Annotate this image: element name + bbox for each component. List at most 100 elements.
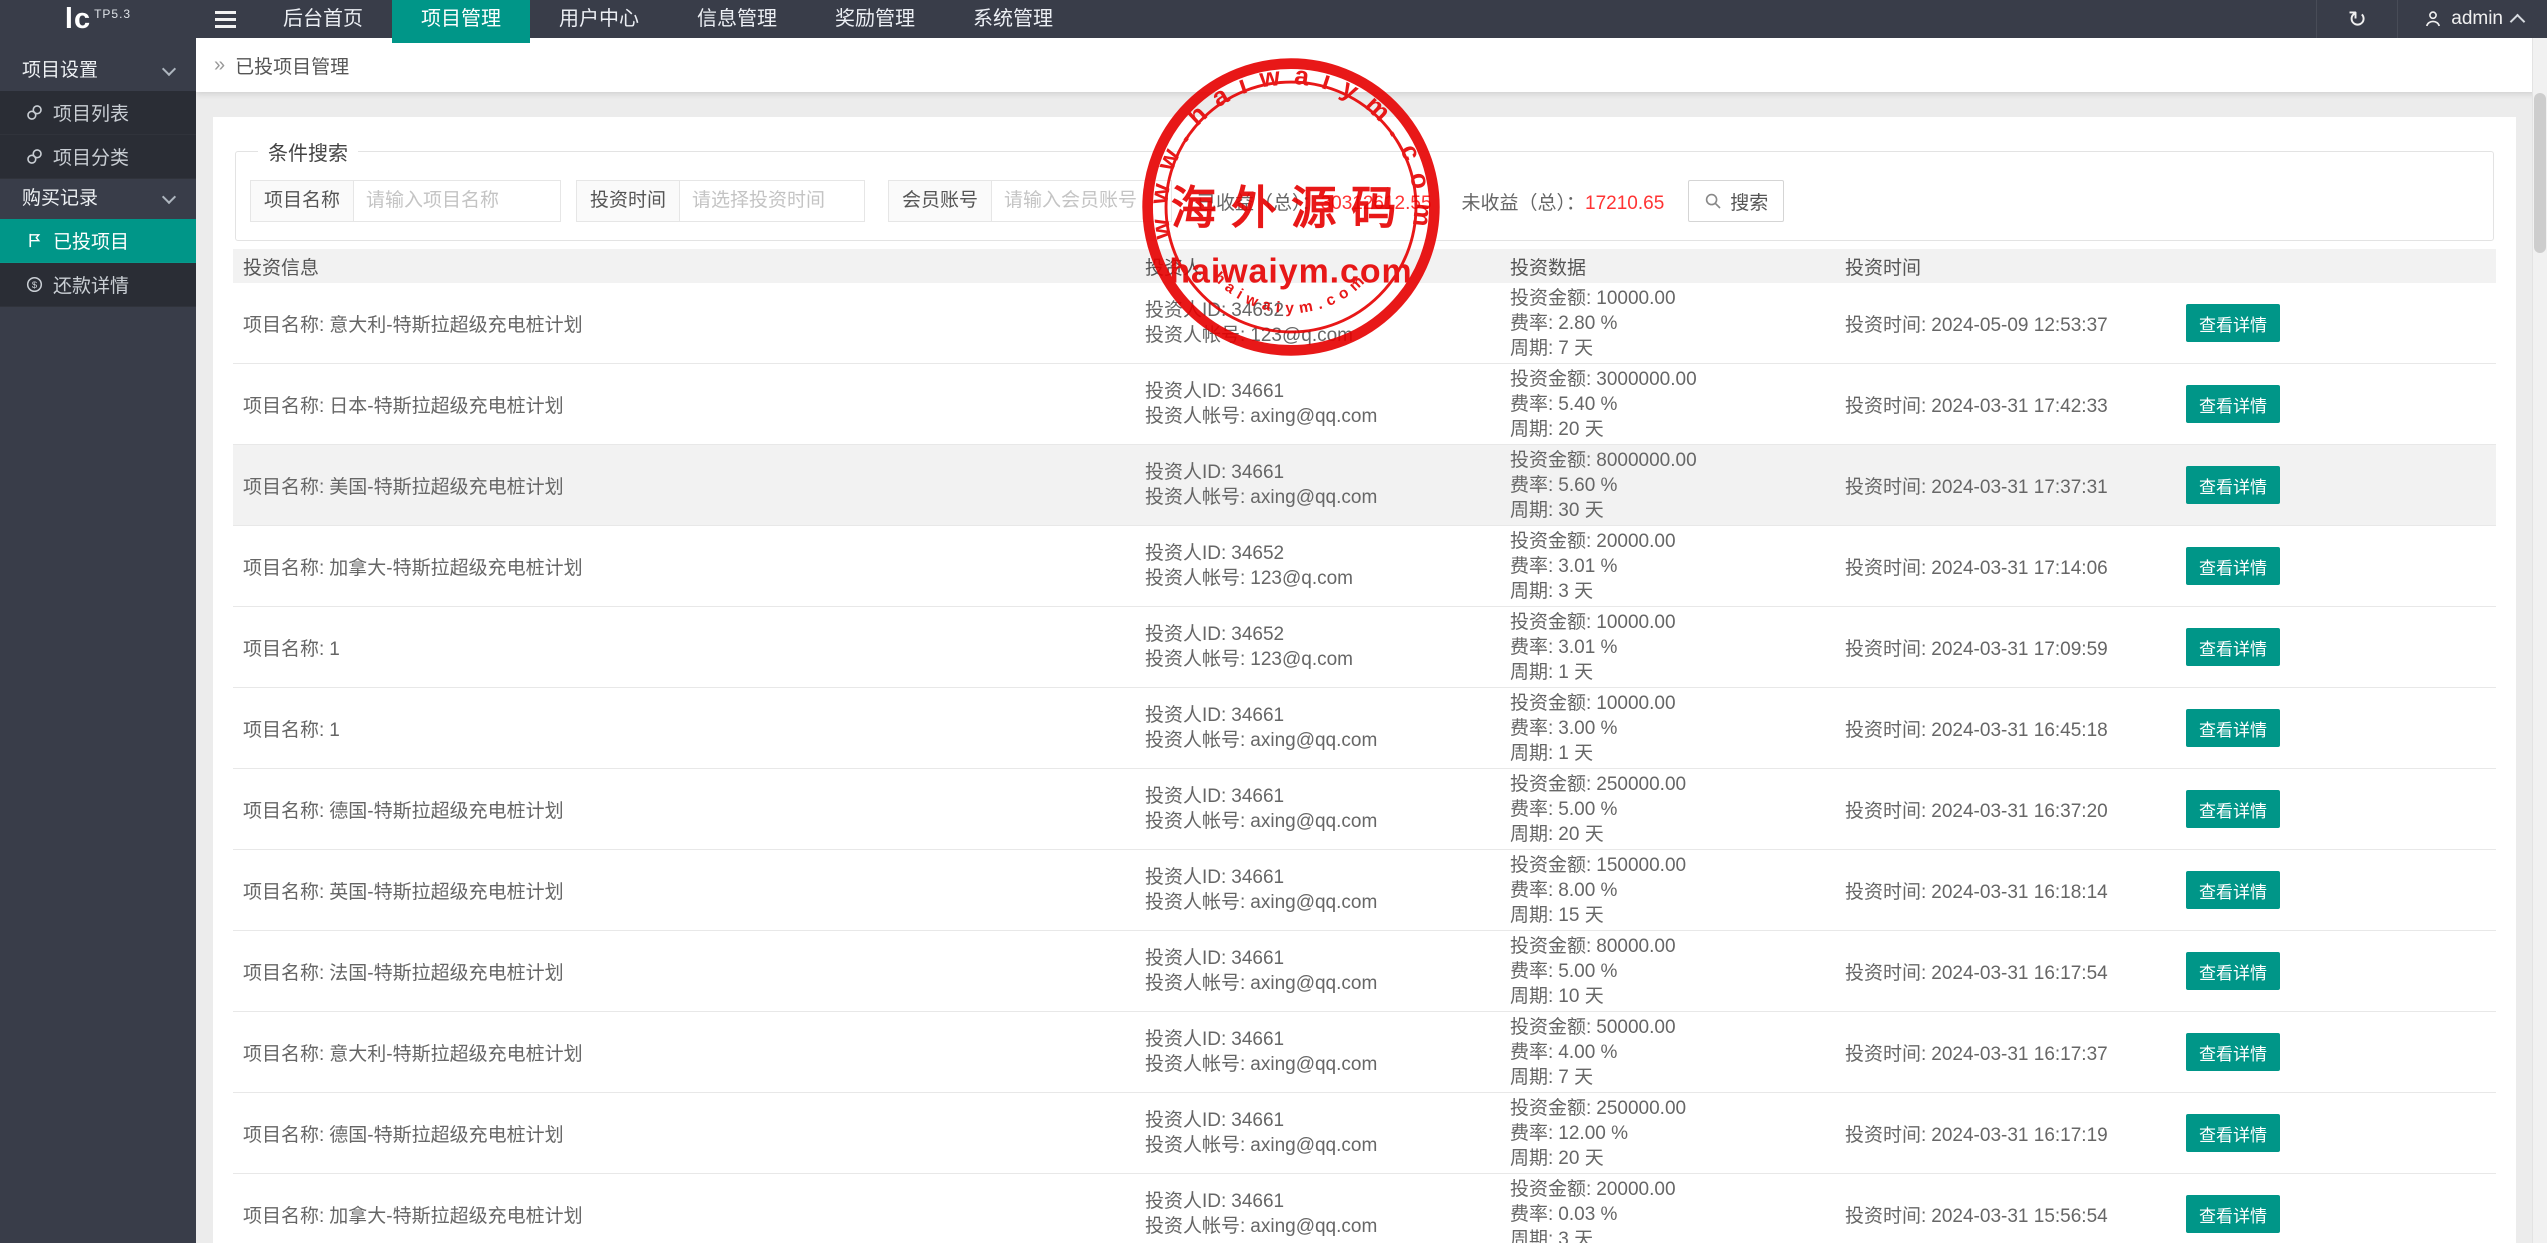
table-row: 项目名称:加拿大-特斯拉超级充电桩计划 投资人ID:34652 投资人帐号:12… (233, 526, 2496, 607)
invest-time: 2024-03-31 17:09:59 (1931, 639, 2107, 660)
project-label: 项目名称: (243, 315, 324, 336)
invest-rate: 0.03 % (1558, 1204, 1617, 1225)
rate-label: 费率: (1510, 475, 1553, 496)
period-label: 周期: (1510, 581, 1553, 602)
cell-project: 项目名称:加拿大-特斯拉超级充电桩计划 (233, 1201, 1135, 1228)
member-account-input[interactable] (991, 180, 1172, 222)
cell-invest-time: 投资时间:2024-03-31 17:42:33 (1835, 391, 2120, 418)
refresh-icon[interactable]: ↻ (2317, 0, 2397, 38)
username: admin (2451, 8, 2503, 30)
cell-invest-time: 投资时间:2024-03-31 17:14:06 (1835, 553, 2120, 580)
nav-item-system[interactable]: 系统管理 (944, 0, 1082, 38)
view-details-button[interactable]: 查看详情 (2186, 1195, 2280, 1233)
invest-time: 2024-03-31 16:45:18 (1931, 720, 2107, 741)
project-label: 项目名称: (243, 558, 324, 579)
nav-item-info[interactable]: 信息管理 (668, 0, 806, 38)
chevron-down-icon (162, 62, 176, 76)
investor-id: 34652 (1231, 300, 1284, 321)
investor-account: axing@qq.com (1250, 1054, 1377, 1075)
project-name-input[interactable] (353, 180, 561, 222)
period-label: 周期: (1510, 662, 1553, 683)
page-scrollbar[interactable] (2532, 38, 2547, 1243)
investor-account-label: 投资人帐号: (1145, 1216, 1245, 1237)
view-details-button[interactable]: 查看详情 (2186, 709, 2280, 747)
invest-time: 2024-03-31 17:37:31 (1931, 477, 2107, 498)
view-details-button[interactable]: 查看详情 (2186, 871, 2280, 909)
invest-amount: 10000.00 (1596, 612, 1675, 633)
project-name: 加拿大-特斯拉超级充电桩计划 (329, 558, 582, 579)
project-label: 项目名称: (243, 801, 324, 822)
sidebar-item-repayment-details[interactable]: $ 还款详情 (0, 263, 196, 307)
investor-account-label: 投资人帐号: (1145, 1135, 1245, 1156)
sidebar-group-purchase-records[interactable]: 购买记录 (0, 179, 196, 219)
cell-invest-data: 投资金额:250000.00 费率:5.00 % 周期:20 天 (1500, 772, 1835, 847)
field-label: 项目名称 (250, 180, 354, 222)
project-name: 美国-特斯拉超级充电桩计划 (329, 477, 563, 498)
invest-time-input[interactable] (679, 180, 865, 222)
view-details-button[interactable]: 查看详情 (2186, 385, 2280, 423)
view-details-button[interactable]: 查看详情 (2186, 547, 2280, 585)
project-name: 加拿大-特斯拉超级充电桩计划 (329, 1206, 582, 1227)
cell-investor: 投资人ID:34661 投资人帐号:axing@qq.com (1135, 946, 1500, 996)
project-label: 项目名称: (243, 1206, 324, 1227)
sidebar-group-project-settings[interactable]: 项目设置 (0, 51, 196, 91)
cell-actions: 查看详情 (2120, 1114, 2496, 1152)
invest-period: 30 天 (1558, 500, 1603, 521)
period-label: 周期: (1510, 986, 1553, 1007)
view-details-button[interactable]: 查看详情 (2186, 466, 2280, 504)
sidebar-group-label: 项目设置 (22, 60, 98, 81)
cell-investor: 投资人ID:34661 投资人帐号:axing@qq.com (1135, 379, 1500, 429)
invest-amount: 20000.00 (1596, 1179, 1675, 1200)
scrollbar-thumb[interactable] (2534, 93, 2546, 253)
investor-account-label: 投资人帐号: (1145, 568, 1245, 589)
cell-invest-data: 投资金额:20000.00 费率:3.01 % 周期:3 天 (1500, 529, 1835, 604)
investor-account-label: 投资人帐号: (1145, 730, 1245, 751)
investor-account-label: 投资人帐号: (1145, 973, 1245, 994)
invest-rate: 3.01 % (1558, 637, 1617, 658)
view-details-button[interactable]: 查看详情 (2186, 628, 2280, 666)
period-label: 周期: (1510, 905, 1553, 926)
table-row: 项目名称:意大利-特斯拉超级充电桩计划 投资人ID:34652 投资人帐号:12… (233, 283, 2496, 364)
breadcrumb-arrows: » (214, 54, 225, 77)
nav-item-projects[interactable]: 项目管理 (392, 0, 530, 43)
investor-id-label: 投资人ID: (1145, 705, 1226, 726)
cell-actions: 查看详情 (2120, 871, 2496, 909)
menu-toggle-icon[interactable] (196, 0, 254, 38)
search-button[interactable]: 搜索 (1688, 180, 1784, 222)
view-details-button[interactable]: 查看详情 (2186, 304, 2280, 342)
view-details-button[interactable]: 查看详情 (2186, 952, 2280, 990)
cell-investor: 投资人ID:34661 投资人帐号:axing@qq.com (1135, 460, 1500, 510)
nav-item-rewards[interactable]: 奖励管理 (806, 0, 944, 38)
sidebar-item-label: 还款详情 (53, 271, 129, 298)
sidebar-item-project-category[interactable]: 项目分类 (0, 135, 196, 179)
invest-rate: 5.00 % (1558, 961, 1617, 982)
invest-amount: 50000.00 (1596, 1017, 1675, 1038)
cell-actions: 查看详情 (2120, 304, 2496, 342)
view-details-button[interactable]: 查看详情 (2186, 1114, 2280, 1152)
invest-time-label: 投资时间: (1845, 396, 1926, 417)
sidebar-item-invested-projects[interactable]: 已投项目 (0, 219, 196, 263)
totals: 已收益（总）：30312612.55 未收益（总）：17210.65 (1197, 188, 1664, 215)
cell-project: 项目名称:美国-特斯拉超级充电桩计划 (233, 472, 1135, 499)
investor-id-label: 投资人ID: (1145, 624, 1226, 645)
project-label: 项目名称: (243, 396, 324, 417)
investor-id: 34661 (1231, 867, 1284, 888)
invest-amount: 150000.00 (1596, 855, 1686, 876)
sidebar-item-project-list[interactable]: 项目列表 (0, 91, 196, 135)
period-label: 周期: (1510, 1148, 1553, 1169)
investor-account-label: 投资人帐号: (1145, 406, 1245, 427)
user-menu[interactable]: admin (2398, 8, 2547, 30)
nav-item-users[interactable]: 用户中心 (530, 0, 668, 38)
sidebar-item-label: 项目分类 (53, 143, 129, 170)
cell-invest-data: 投资金额:10000.00 费率:3.01 % 周期:1 天 (1500, 610, 1835, 685)
investor-account: axing@qq.com (1250, 1216, 1377, 1237)
cell-investor: 投资人ID:34661 投资人帐号:axing@qq.com (1135, 784, 1500, 834)
cell-invest-time: 投资时间:2024-03-31 16:37:20 (1835, 796, 2120, 823)
view-details-button[interactable]: 查看详情 (2186, 790, 2280, 828)
view-details-button[interactable]: 查看详情 (2186, 1033, 2280, 1071)
invest-amount: 10000.00 (1596, 693, 1675, 714)
table-row: 项目名称:法国-特斯拉超级充电桩计划 投资人ID:34661 投资人帐号:axi… (233, 931, 2496, 1012)
invest-rate: 5.40 % (1558, 394, 1617, 415)
nav-item-home[interactable]: 后台首页 (254, 0, 392, 38)
cell-project: 项目名称:英国-特斯拉超级充电桩计划 (233, 877, 1135, 904)
